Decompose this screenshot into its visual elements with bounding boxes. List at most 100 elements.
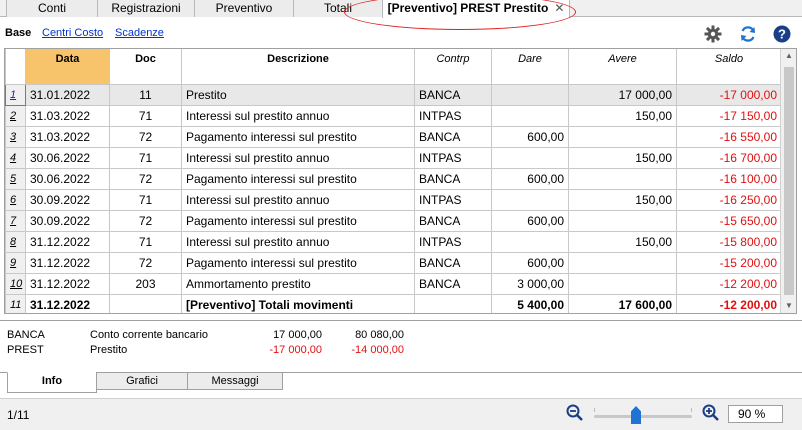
cell-contrp[interactable] [414,293,492,313]
table-row[interactable]: 1 31.01.2022 11 Prestito BANCA 17 000,00 -17 0… [5,83,782,106]
cell-descrizione[interactable]: Interessi sul prestito annuo [181,230,415,253]
column-header-saldo[interactable]: Saldo [676,49,782,85]
help-icon[interactable]: ? [772,24,792,44]
cell-contrp[interactable]: BANCA [414,272,492,295]
cell-descrizione[interactable]: Interessi sul prestito annuo [181,146,415,169]
cell-descrizione[interactable]: Prestito [181,83,415,106]
cell-contrp[interactable]: BANCA [414,167,492,190]
table-row[interactable]: 10 31.12.2022 203 Ammortamento prestito BANC… [5,272,782,295]
cell-data[interactable]: 30.09.2022 [25,188,110,211]
cell-descrizione[interactable]: Ammortamento prestito [181,272,415,295]
tab-info[interactable]: Info [7,372,97,393]
row-number[interactable]: 5 [5,167,26,190]
cell-dare[interactable]: 600,00 [491,209,569,232]
view-centri-costo-link[interactable]: Centri Costo [42,27,103,39]
cell-avere[interactable] [568,167,677,190]
cell-saldo[interactable]: -16 550,00 [676,125,782,148]
scroll-down-icon[interactable]: ▼ [781,299,796,313]
row-number[interactable]: 1 [5,83,26,106]
cell-contrp[interactable]: INTPAS [414,188,492,211]
cell-contrp[interactable]: INTPAS [414,230,492,253]
cell-saldo[interactable]: -17 000,00 [676,83,782,106]
cell-avere[interactable] [568,251,677,274]
cell-descrizione[interactable]: Pagamento interessi sul prestito [181,209,415,232]
cell-dare[interactable] [491,83,569,106]
table-row[interactable]: 8 31.12.2022 71 Interessi sul prestito annu… [5,230,782,253]
zoom-out-icon[interactable] [565,403,585,423]
row-number[interactable]: 4 [5,146,26,169]
cell-descrizione[interactable]: Interessi sul prestito annuo [181,104,415,127]
cell-avere[interactable]: 150,00 [568,230,677,253]
cell-descrizione[interactable]: [Preventivo] Totali movimenti [181,293,415,313]
scrollbar-thumb[interactable] [784,67,794,295]
cell-contrp[interactable]: BANCA [414,251,492,274]
cell-data[interactable]: 30.06.2022 [25,167,110,190]
cell-dare[interactable] [491,104,569,127]
cell-saldo[interactable]: -15 650,00 [676,209,782,232]
cell-data[interactable]: 31.12.2022 [25,293,110,313]
cell-doc[interactable]: 203 [109,272,182,295]
tab-totali[interactable]: Totali [293,0,383,17]
table-row[interactable]: 9 31.12.2022 72 Pagamento interessi sul pre… [5,251,782,274]
tab-grafici[interactable]: Grafici [96,372,188,390]
cell-doc[interactable]: 71 [109,188,182,211]
cell-doc[interactable]: 11 [109,83,182,106]
zoom-level-input[interactable]: 90 % [728,405,783,423]
cell-saldo[interactable]: -15 800,00 [676,230,782,253]
cell-data[interactable]: 31.12.2022 [25,251,110,274]
cell-avere[interactable]: 150,00 [568,188,677,211]
cell-doc[interactable]: 72 [109,167,182,190]
table-row[interactable]: 3 31.03.2022 72 Pagamento interessi sul pre… [5,125,782,148]
scroll-up-icon[interactable]: ▲ [781,49,796,63]
cell-descrizione[interactable]: Interessi sul prestito annuo [181,188,415,211]
cell-dare[interactable]: 3 000,00 [491,272,569,295]
cell-dare[interactable] [491,230,569,253]
gear-icon[interactable] [703,24,723,44]
cell-contrp[interactable]: BANCA [414,209,492,232]
cell-descrizione[interactable]: Pagamento interessi sul prestito [181,125,415,148]
table-total-row[interactable]: 11 31.12.2022 [Preventivo] Totali moviment… [5,293,782,313]
zoom-slider[interactable] [594,415,692,418]
row-number[interactable]: 10 [5,272,26,295]
cell-doc[interactable] [109,293,182,313]
cell-dare[interactable]: 600,00 [491,125,569,148]
cell-doc[interactable]: 71 [109,146,182,169]
cell-saldo[interactable]: -17 150,00 [676,104,782,127]
cell-saldo[interactable]: -16 250,00 [676,188,782,211]
cell-contrp[interactable]: BANCA [414,125,492,148]
table-row[interactable]: 7 30.09.2022 72 Pagamento interessi sul pre… [5,209,782,232]
row-number[interactable]: 6 [5,188,26,211]
tab-conti[interactable]: Conti [6,0,98,17]
cell-avere[interactable] [568,209,677,232]
cell-contrp[interactable]: INTPAS [414,146,492,169]
cell-saldo[interactable]: -16 700,00 [676,146,782,169]
cell-dare[interactable]: 600,00 [491,167,569,190]
cell-dare[interactable]: 600,00 [491,251,569,274]
row-number[interactable]: 8 [5,230,26,253]
cell-saldo[interactable]: -12 200,00 [676,293,782,313]
cell-saldo[interactable]: -12 200,00 [676,272,782,295]
tab-preventivo[interactable]: Preventivo [194,0,294,17]
cell-saldo[interactable]: -16 100,00 [676,167,782,190]
view-base[interactable]: Base [5,27,31,39]
tab-registrazioni[interactable]: Registrazioni [97,0,195,17]
cell-data[interactable]: 31.01.2022 [25,83,110,106]
cell-avere[interactable] [568,125,677,148]
cell-data[interactable]: 31.03.2022 [25,125,110,148]
cell-doc[interactable]: 71 [109,104,182,127]
cell-dare[interactable] [491,188,569,211]
table-row[interactable]: 2 31.03.2022 71 Interessi sul prestito annu… [5,104,782,127]
view-scadenze-link[interactable]: Scadenze [115,27,164,39]
cell-doc[interactable]: 72 [109,251,182,274]
column-header-dare[interactable]: Dare [491,49,569,85]
row-number[interactable]: 11 [5,293,26,313]
column-header-avere[interactable]: Avere [568,49,677,85]
cell-avere[interactable]: 150,00 [568,104,677,127]
refresh-icon[interactable] [738,24,758,44]
column-header-doc[interactable]: Doc [109,49,182,85]
column-header-data[interactable]: Data [25,49,110,85]
tab-preventivo-prest[interactable]: [Preventivo] PREST Prestito ✕ [382,0,570,18]
zoom-in-icon[interactable] [701,403,721,423]
cell-dare[interactable] [491,146,569,169]
cell-descrizione[interactable]: Pagamento interessi sul prestito [181,251,415,274]
